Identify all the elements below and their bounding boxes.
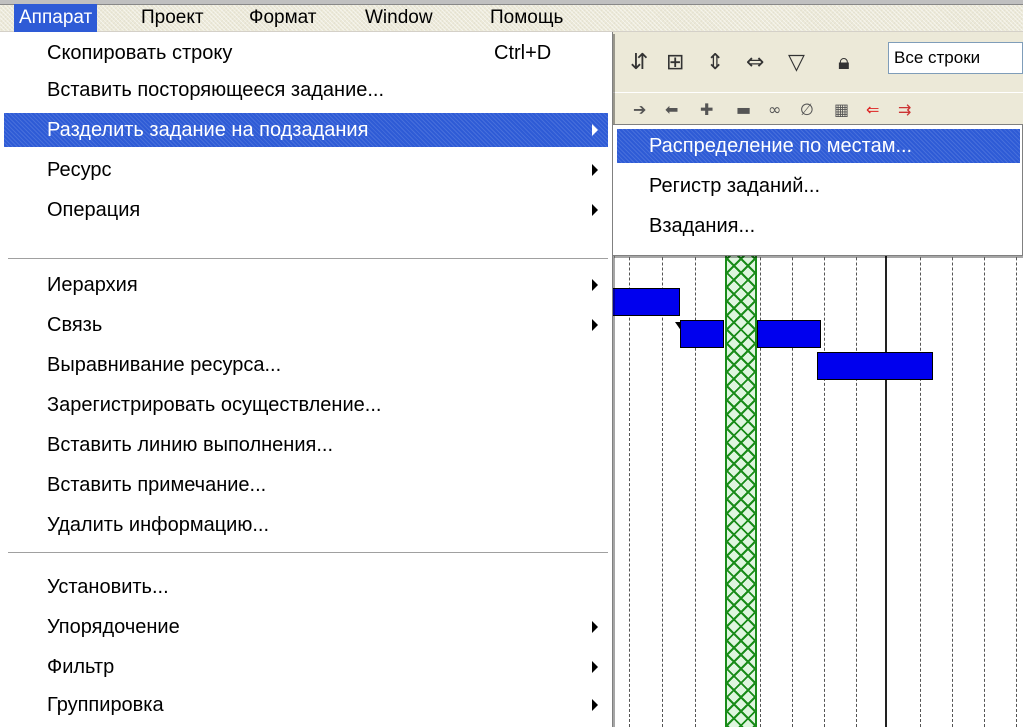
menu-item-resource-leveling[interactable]: Выравнивание ресурса... xyxy=(0,348,612,382)
menu-item-label: Установить... xyxy=(47,576,169,598)
submenu-item-label: Распределение по местам... xyxy=(649,135,913,157)
move-right-icon[interactable]: ➔ xyxy=(633,100,646,119)
menu-item-resource[interactable]: Ресурс xyxy=(0,153,612,187)
menu-item-filter[interactable]: Фильтр xyxy=(0,650,612,684)
table-icon[interactable]: ⊞ xyxy=(666,50,684,75)
menu-item-label: Скопировать строку xyxy=(47,42,233,64)
expand-icon[interactable]: ⇔ xyxy=(746,50,764,75)
menu-item-setup[interactable]: Установить... xyxy=(0,570,612,604)
remove-icon[interactable]: ▬ xyxy=(736,100,751,119)
menu-item-label: Зарегистрировать осуществление... xyxy=(47,394,382,416)
unlink-icon[interactable]: ∅ xyxy=(800,100,814,119)
apparat-dropdown-menu: Скопировать строку Ctrl+D Вставить посто… xyxy=(0,32,613,727)
menu-item-label: Ресурс xyxy=(47,159,112,181)
menu-item-hierarchy[interactable]: Иерархия xyxy=(0,268,612,302)
submenu-item-task-register[interactable]: Регистр заданий... xyxy=(617,169,1020,203)
menu-item-insert-progress-line[interactable]: Вставить линию выполнения... xyxy=(0,428,612,462)
menu-separator xyxy=(8,258,608,260)
submenu-arrow-icon xyxy=(592,319,598,331)
submenu-arrow-icon xyxy=(592,621,598,633)
menu-item-label: Удалить информацию... xyxy=(47,514,270,536)
menu-item-label: Вставить линию выполнения... xyxy=(47,434,334,456)
menu-item-label: Группировка xyxy=(47,694,164,716)
menu-item-sort[interactable]: Упорядочение xyxy=(0,610,612,644)
menu-item-label: Выравнивание ресурса... xyxy=(47,354,282,376)
menu-item-label: Вставить посторяющееся задание... xyxy=(47,79,385,101)
link-icon[interactable]: ∞ xyxy=(768,100,781,119)
submenu-arrow-icon xyxy=(592,164,598,176)
indent-icon[interactable]: ⇕ xyxy=(706,50,724,75)
menu-item-label: Фильтр xyxy=(47,656,115,678)
menu-item-link[interactable]: Связь xyxy=(0,308,612,342)
menu-item-shortcut: Ctrl+D xyxy=(494,42,552,64)
submenu-item-distribute-by-places[interactable]: Распределение по местам... xyxy=(617,129,1020,163)
lock-icon[interactable]: 🔒︎ xyxy=(838,50,850,75)
menu-item-label: Связь xyxy=(47,314,103,336)
menu-item-grouping[interactable]: Группировка xyxy=(0,688,612,722)
menu-item-label: Вставить примечание... xyxy=(47,474,267,496)
move-left-icon[interactable]: ⬅ xyxy=(665,100,678,119)
menu-item-insert-note[interactable]: Вставить примечание... xyxy=(0,468,612,502)
menu-item-copy-row[interactable]: Скопировать строку Ctrl+D xyxy=(0,36,612,70)
task-bar[interactable] xyxy=(757,320,821,348)
menu-separator xyxy=(8,552,608,554)
submenu-arrow-icon xyxy=(592,661,598,673)
menu-item-split-task[interactable]: Разделить задание на подзадания xyxy=(4,113,608,147)
submenu-arrow-icon xyxy=(592,124,598,136)
menu-item-register-completion[interactable]: Зарегистрировать осуществление... xyxy=(0,388,612,422)
menu-item-delete-info[interactable]: Удалить информацию... xyxy=(0,508,612,542)
submenu-item-label: Взадания... xyxy=(649,215,756,237)
menu-item-label: Разделить задание на подзадания xyxy=(47,119,369,141)
menu-format[interactable]: Формат xyxy=(244,4,322,32)
split-task-submenu: Распределение по местам... Регистр задан… xyxy=(612,124,1023,256)
menu-help[interactable]: Помощь xyxy=(485,4,568,32)
menu-bar: Аппарат Проект Формат Window Помощь xyxy=(0,0,1023,32)
split-icon[interactable]: ⇵ xyxy=(630,50,648,75)
task-bar[interactable] xyxy=(612,288,680,316)
submenu-arrow-icon xyxy=(592,279,598,291)
menu-item-label: Операция xyxy=(47,199,141,221)
calendar-icon[interactable]: ▦ xyxy=(834,100,849,119)
task-bar[interactable] xyxy=(680,320,724,348)
menu-project[interactable]: Проект xyxy=(136,4,209,32)
submenu-arrow-icon xyxy=(592,699,598,711)
menu-item-label: Иерархия xyxy=(47,274,138,296)
submenu-arrow-icon xyxy=(592,204,598,216)
menu-item-label: Упорядочение xyxy=(47,616,180,638)
submenu-item-label: Регистр заданий... xyxy=(649,175,821,197)
task-bar[interactable] xyxy=(817,352,933,380)
menu-item-operation[interactable]: Операция xyxy=(0,193,612,227)
add-icon[interactable]: ✚ xyxy=(700,100,713,119)
submenu-item-subtasks[interactable]: Взадания... xyxy=(617,209,1020,243)
filter-icon[interactable]: ▽ xyxy=(788,50,805,75)
level-icon[interactable]: ⇉ xyxy=(898,100,911,119)
menu-window[interactable]: Window xyxy=(360,4,438,32)
resource-icon[interactable]: ⇐ xyxy=(866,100,879,119)
menu-item-insert-recurring[interactable]: Вставить посторяющееся задание... xyxy=(0,73,612,107)
menu-apparat[interactable]: Аппарат xyxy=(14,4,98,32)
filter-select[interactable]: Все строки xyxy=(888,42,1023,74)
